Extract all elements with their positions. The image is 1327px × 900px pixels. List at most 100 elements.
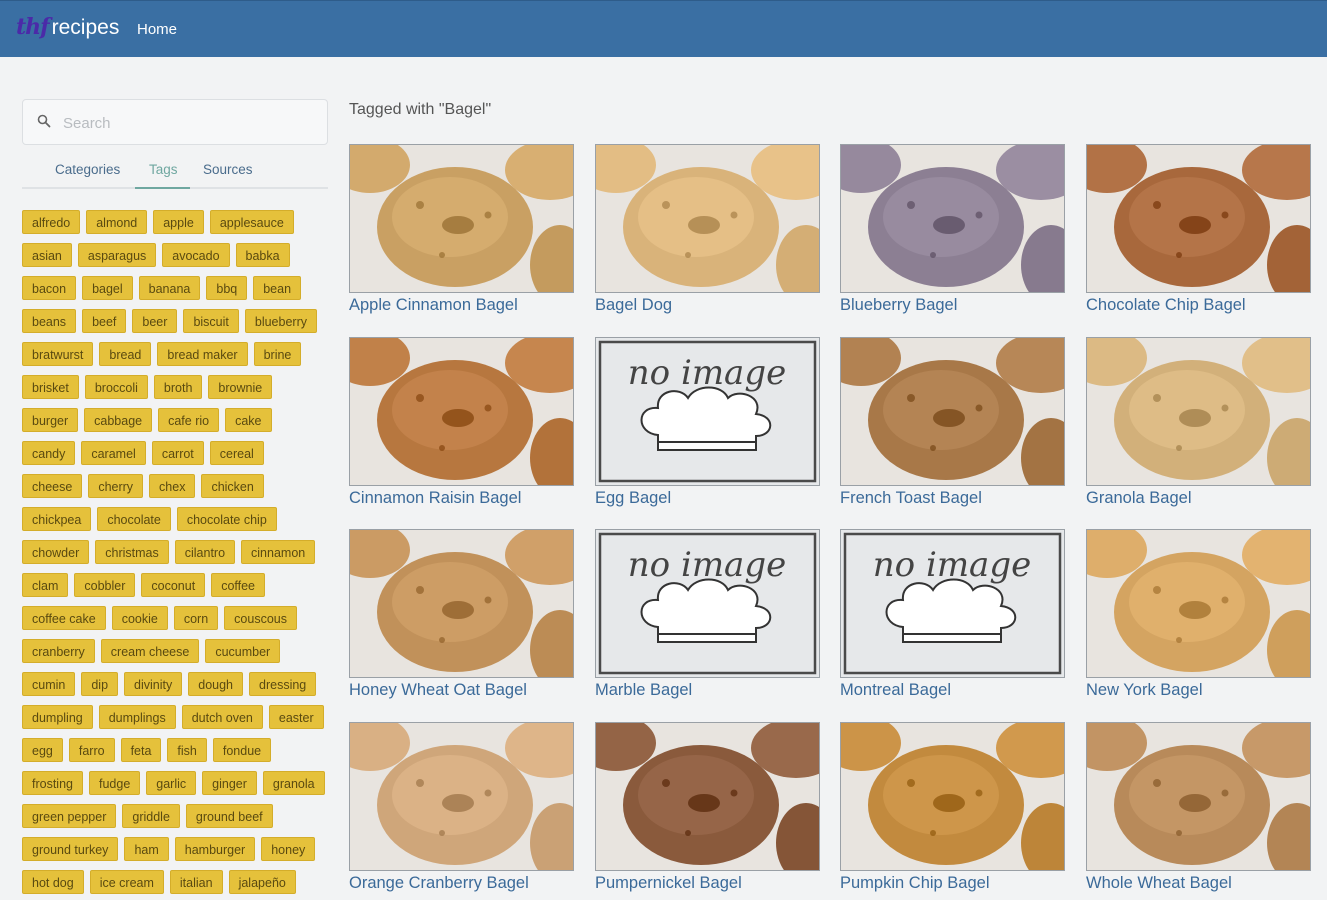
recipe-card[interactable]: Pumpkin Chip Bagel [840, 722, 1065, 893]
recipe-card[interactable]: New York Bagel [1086, 529, 1311, 700]
tag-bacon[interactable]: bacon [22, 276, 77, 300]
tag-ginger[interactable]: ginger [202, 771, 257, 795]
tag-fudge[interactable]: fudge [89, 771, 141, 795]
recipe-card[interactable]: Bagel Dog [595, 144, 820, 315]
tag-dumplings[interactable]: dumplings [98, 705, 176, 729]
tag-chocolate-chip[interactable]: chocolate chip [176, 507, 277, 531]
tag-cumin[interactable]: cumin [22, 672, 76, 696]
tag-bread-maker[interactable]: bread maker [157, 342, 248, 366]
tag-ground-beef[interactable]: ground beef [185, 804, 273, 828]
tag-green-pepper[interactable]: green pepper [22, 804, 117, 828]
tag-coffee[interactable]: coffee [211, 573, 266, 597]
tag-chowder[interactable]: chowder [22, 540, 90, 564]
recipe-title-link[interactable]: French Toast Bagel [840, 489, 1065, 508]
tag-beef[interactable]: beef [82, 309, 127, 333]
recipe-title-link[interactable]: Egg Bagel [595, 489, 820, 508]
tab-categories[interactable]: Categories [55, 162, 120, 177]
tag-cheese[interactable]: cheese [22, 474, 83, 498]
recipe-title-link[interactable]: Granola Bagel [1086, 489, 1311, 508]
recipe-title-link[interactable]: Pumpkin Chip Bagel [840, 874, 1065, 893]
tag-apple[interactable]: apple [153, 210, 204, 234]
search-input[interactable] [63, 108, 318, 138]
tag-applesauce[interactable]: applesauce [209, 210, 294, 234]
recipe-title-link[interactable]: Cinnamon Raisin Bagel [349, 489, 574, 508]
tag-cream-cheese[interactable]: cream cheese [100, 639, 200, 663]
recipe-thumbnail[interactable] [349, 337, 574, 486]
recipe-card[interactable]: Blueberry Bagel [840, 144, 1065, 315]
recipe-thumbnail[interactable] [840, 722, 1065, 871]
tag-ham[interactable]: ham [124, 837, 169, 861]
recipe-thumbnail[interactable] [840, 337, 1065, 486]
nav-home-link[interactable]: Home [137, 21, 177, 38]
tag-feta[interactable]: feta [120, 738, 162, 762]
tag-divinity[interactable]: divinity [124, 672, 183, 696]
tag-chex[interactable]: chex [149, 474, 196, 498]
recipe-card[interactable]: no image Egg Bagel [595, 337, 820, 508]
tab-tags[interactable]: Tags [149, 162, 178, 177]
tag-ice-cream[interactable]: ice cream [89, 870, 164, 894]
tag-ground-turkey[interactable]: ground turkey [22, 837, 119, 861]
tag-asian[interactable]: asian [22, 243, 72, 267]
tag-dressing[interactable]: dressing [249, 672, 317, 696]
recipe-title-link[interactable]: Blueberry Bagel [840, 296, 1065, 315]
tag-babka[interactable]: babka [235, 243, 290, 267]
tag-carrot[interactable]: carrot [151, 441, 204, 465]
tag-fondue[interactable]: fondue [212, 738, 272, 762]
tag-christmas[interactable]: christmas [95, 540, 169, 564]
tag-cookie[interactable]: cookie [111, 606, 168, 630]
tag-farro[interactable]: farro [68, 738, 115, 762]
recipe-thumbnail[interactable] [349, 722, 574, 871]
tag-granola[interactable]: granola [262, 771, 325, 795]
tag-broth[interactable]: broth [153, 375, 203, 399]
recipe-card[interactable]: Cinnamon Raisin Bagel [349, 337, 574, 508]
recipe-thumbnail[interactable] [595, 722, 820, 871]
recipe-thumbnail[interactable] [595, 144, 820, 293]
tag-coffee-cake[interactable]: coffee cake [22, 606, 106, 630]
recipe-thumbnail[interactable] [349, 529, 574, 678]
tag-alfredo[interactable]: alfredo [22, 210, 81, 234]
recipe-title-link[interactable]: Whole Wheat Bagel [1086, 874, 1311, 893]
tag-cereal[interactable]: cereal [209, 441, 264, 465]
tag-caramel[interactable]: caramel [81, 441, 146, 465]
recipe-title-link[interactable]: Montreal Bagel [840, 681, 1065, 700]
tag-brine[interactable]: brine [253, 342, 302, 366]
tag-broccoli[interactable]: broccoli [84, 375, 148, 399]
tag-dumpling[interactable]: dumpling [22, 705, 93, 729]
recipe-card[interactable]: Apple Cinnamon Bagel [349, 144, 574, 315]
recipe-card[interactable]: Chocolate Chip Bagel [1086, 144, 1311, 315]
recipe-card[interactable]: Orange Cranberry Bagel [349, 722, 574, 893]
tag-chocolate[interactable]: chocolate [97, 507, 171, 531]
recipe-card[interactable]: Granola Bagel [1086, 337, 1311, 508]
tag-fish[interactable]: fish [167, 738, 207, 762]
tag-bagel[interactable]: bagel [82, 276, 133, 300]
recipe-title-link[interactable]: Pumpernickel Bagel [595, 874, 820, 893]
tag-cinnamon[interactable]: cinnamon [241, 540, 316, 564]
recipe-thumbnail[interactable] [840, 144, 1065, 293]
recipe-card[interactable]: no image Montreal Bagel [840, 529, 1065, 700]
tag-biscuit[interactable]: biscuit [183, 309, 239, 333]
tag-cabbage[interactable]: cabbage [84, 408, 153, 432]
tag-coconut[interactable]: coconut [141, 573, 206, 597]
tag-corn[interactable]: corn [173, 606, 219, 630]
tag-beans[interactable]: beans [22, 309, 77, 333]
no-image-placeholder[interactable]: no image [595, 529, 820, 678]
tag-frosting[interactable]: frosting [22, 771, 83, 795]
tag-griddle[interactable]: griddle [122, 804, 180, 828]
recipe-card[interactable]: Pumpernickel Bagel [595, 722, 820, 893]
tag-banana[interactable]: banana [138, 276, 201, 300]
tag-avocado[interactable]: avocado [162, 243, 230, 267]
tag-brisket[interactable]: brisket [22, 375, 79, 399]
recipe-title-link[interactable]: Marble Bagel [595, 681, 820, 700]
tag-dutch-oven[interactable]: dutch oven [181, 705, 263, 729]
tag-chickpea[interactable]: chickpea [22, 507, 92, 531]
tag-blueberry[interactable]: blueberry [244, 309, 317, 333]
tag-dough[interactable]: dough [188, 672, 244, 696]
tag-clam[interactable]: clam [22, 573, 69, 597]
brand-logo[interactable]: thf recipes [16, 14, 119, 40]
tag-bbq[interactable]: bbq [206, 276, 248, 300]
recipe-thumbnail[interactable] [1086, 144, 1311, 293]
tag-bratwurst[interactable]: bratwurst [22, 342, 94, 366]
no-image-placeholder[interactable]: no image [840, 529, 1065, 678]
recipe-title-link[interactable]: Chocolate Chip Bagel [1086, 296, 1311, 315]
tag-bread[interactable]: bread [99, 342, 152, 366]
